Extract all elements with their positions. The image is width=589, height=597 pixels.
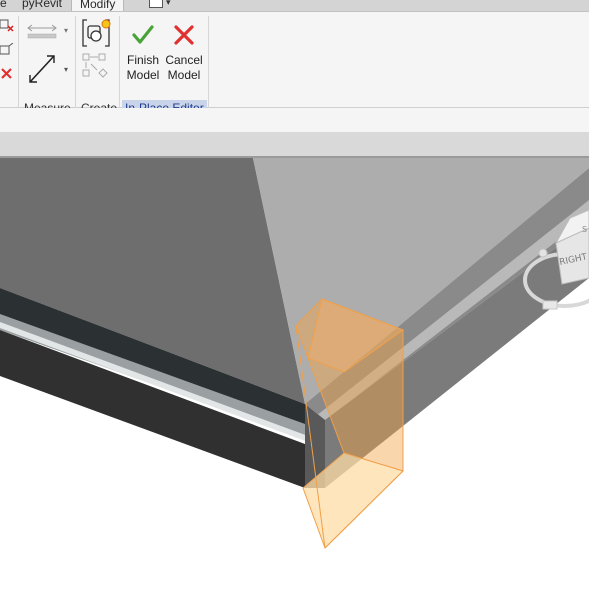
tab-pyrevit[interactable]: pyRevit — [22, 0, 62, 10]
model-canvas: RIGHT S — [0, 158, 589, 549]
ribbon-display-options-dropdown[interactable]: ▾ — [146, 0, 176, 9]
create-group-icon[interactable] — [81, 18, 115, 50]
panel-toggle-icon — [149, 0, 163, 8]
ribbon: ▾ ▾ Measure Create Finish Model — [0, 12, 589, 116]
home-icon[interactable] — [538, 248, 548, 258]
finish-model-label-line2: Model — [126, 68, 160, 82]
measure-distance-icon[interactable]: ▾ — [26, 52, 72, 88]
panel-separator — [119, 16, 120, 116]
options-bar — [0, 108, 589, 132]
delete-icon[interactable] — [0, 67, 14, 81]
finish-model-label: Finish Model — [124, 53, 162, 83]
close-icon — [174, 25, 194, 45]
chevron-down-icon: ▾ — [166, 0, 171, 7]
view-tab-gap — [0, 132, 589, 156]
cancel-model-label: Cancel Model — [163, 53, 205, 83]
svg-text:▾: ▾ — [64, 65, 68, 74]
panel-separator — [75, 16, 76, 116]
finish-model-label-line1: Finish — [126, 53, 159, 67]
aligned-dimension-icon[interactable]: ▾ — [26, 20, 72, 42]
tab-modify[interactable]: Modify — [71, 0, 125, 11]
panel-separator — [208, 16, 209, 116]
split-face-icon[interactable] — [0, 43, 14, 57]
panel-separator — [18, 16, 19, 116]
svg-text:▾: ▾ — [64, 26, 68, 35]
ribbon-tab-bar: e pyRevit Modify ▾ — [0, 0, 589, 12]
create-similar-icon[interactable] — [81, 52, 115, 82]
cancel-model-label-line1: Cancel — [165, 53, 203, 67]
checkmark-icon — [132, 25, 154, 44]
viewcube-face-top-label: S — [582, 225, 587, 234]
tab-partial[interactable]: e — [0, 0, 7, 10]
cancel-model-label-line2: Model — [167, 68, 201, 82]
join-cut-icon[interactable] — [0, 18, 14, 32]
3d-viewport[interactable]: RIGHT S — [0, 156, 589, 597]
viewcube-compass-marker[interactable] — [542, 300, 558, 310]
